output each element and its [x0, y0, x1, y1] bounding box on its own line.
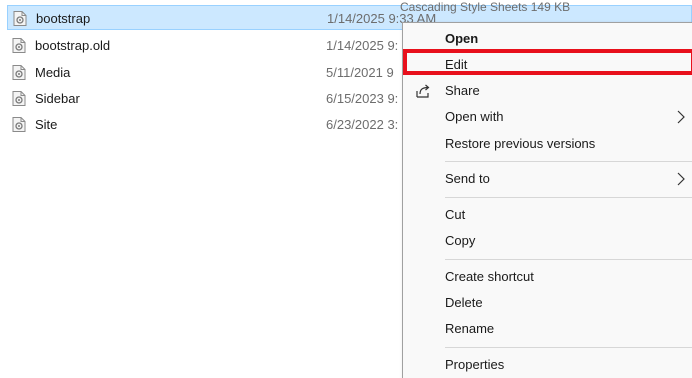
context-menu: Open Edit Share Open with Restore previo…: [402, 22, 692, 378]
menu-item-delete[interactable]: Delete: [403, 290, 692, 316]
css-file-icon: [12, 117, 26, 132]
menu-separator: [445, 259, 692, 260]
menu-item-label: Properties: [445, 357, 505, 372]
menu-separator: [445, 347, 692, 348]
css-file-icon: [12, 91, 26, 106]
menu-item-label: Copy: [445, 233, 476, 248]
css-file-icon: [12, 38, 26, 53]
menu-item-send-to[interactable]: Send to: [403, 166, 692, 192]
file-date: 5/11/2021 9: [326, 65, 394, 80]
file-name: Media: [35, 65, 71, 80]
menu-item-share[interactable]: Share: [403, 78, 692, 104]
menu-item-cut[interactable]: Cut: [403, 202, 692, 228]
share-icon: [416, 84, 430, 98]
file-name: Site: [35, 117, 58, 132]
file-date: 6/23/2022 3:: [326, 117, 399, 132]
menu-item-create-shortcut[interactable]: Create shortcut: [403, 264, 692, 290]
menu-item-label: Open with: [445, 109, 504, 124]
menu-item-label: Open: [445, 31, 479, 46]
menu-item-label: Edit: [445, 57, 468, 72]
css-file-icon: [13, 11, 27, 26]
menu-item-label: Share: [445, 83, 480, 98]
menu-item-properties[interactable]: Properties: [403, 352, 692, 378]
file-name: bootstrap.old: [35, 38, 111, 53]
menu-item-open-with[interactable]: Open with: [403, 104, 692, 130]
menu-item-label: Rename: [445, 321, 495, 336]
menu-item-label: Delete: [445, 295, 483, 310]
chevron-right-icon: [677, 110, 685, 124]
css-file-icon: [12, 65, 26, 80]
file-name: bootstrap: [36, 11, 91, 26]
menu-separator: [445, 161, 692, 162]
menu-separator: [445, 197, 692, 198]
menu-item-open[interactable]: Open: [403, 26, 692, 52]
menu-item-edit[interactable]: Edit: [403, 52, 692, 78]
chevron-right-icon: [677, 172, 685, 186]
file-date: 1/14/2025 9:: [326, 38, 399, 53]
menu-item-label: Restore previous versions: [445, 136, 596, 151]
menu-item-label: Send to: [445, 171, 490, 186]
file-type-size: Cascading Style Sheets 149 KB: [400, 0, 571, 14]
menu-item-restore-previous-versions[interactable]: Restore previous versions: [403, 131, 692, 157]
menu-item-rename[interactable]: Rename: [403, 316, 692, 342]
menu-item-copy[interactable]: Copy: [403, 228, 692, 254]
menu-item-label: Create shortcut: [445, 269, 534, 284]
file-date: 6/15/2023 9:: [326, 91, 399, 106]
file-name: Sidebar: [35, 91, 80, 106]
menu-item-label: Cut: [445, 207, 466, 222]
cropped-caption: [0, 0, 692, 4]
